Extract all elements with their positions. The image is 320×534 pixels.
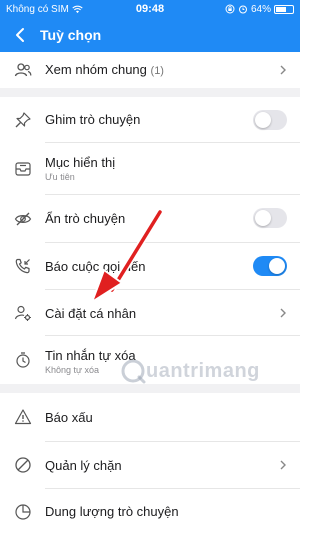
report-row[interactable]: Báo xấu — [0, 393, 300, 441]
app-header: Tuỳ chọn — [0, 18, 300, 52]
status-bar: Không có SIM 09:48 64% — [0, 0, 300, 18]
chevron-right-icon — [280, 65, 286, 75]
pin-chat-toggle[interactable] — [253, 109, 287, 130]
battery-icon — [273, 4, 294, 14]
shared-groups-row[interactable]: Xem nhóm chung (1) — [0, 52, 300, 88]
storage-label: Dung lượng trò chuyện — [45, 504, 179, 519]
shared-groups-count: (1) — [150, 65, 164, 77]
status-time: 09:48 — [135, 3, 165, 15]
pie-chart-icon — [13, 502, 33, 522]
hide-chat-toggle[interactable] — [253, 208, 287, 228]
watermark-logo-icon — [121, 359, 146, 384]
pin-icon — [13, 110, 33, 130]
call-alert-toggle[interactable] — [253, 256, 287, 276]
section-gap — [0, 88, 300, 97]
alarm-icon — [238, 5, 247, 14]
pin-chat-row[interactable]: Ghim trò chuyện — [0, 97, 300, 142]
chevron-right-icon — [280, 308, 286, 317]
page-title: Tuỳ chọn — [40, 27, 102, 43]
report-label: Báo xấu — [45, 410, 93, 425]
battery-percent: 64% — [250, 3, 271, 15]
pin-chat-label: Ghim trò chuyện — [45, 112, 141, 127]
user-settings-icon — [13, 303, 33, 323]
storage-row[interactable]: Dung lượng trò chuyện — [0, 489, 300, 534]
display-section-row[interactable]: Mục hiển thị Ưu tiên — [0, 143, 300, 194]
options-list: Xem nhóm chung (1) Ghim trò chuyện Mục h… — [0, 52, 300, 534]
call-alert-label: Báo cuộc gọi đến — [45, 259, 146, 274]
watermark-text: uantrimang — [146, 359, 260, 382]
display-section-value: Ưu tiên — [45, 172, 75, 182]
block-manager-label: Quản lý chặn — [45, 458, 122, 473]
block-icon — [13, 455, 33, 475]
warning-icon — [13, 407, 33, 427]
group-icon — [13, 60, 33, 80]
carrier-label: Không có SIM — [6, 3, 69, 15]
chevron-right-icon — [280, 460, 286, 470]
personal-settings-row[interactable]: Cài đặt cá nhân — [0, 290, 300, 335]
display-section-label: Mục hiển thị — [45, 155, 116, 170]
block-manager-row[interactable]: Quản lý chặn — [0, 442, 300, 488]
watermark: uantrimang — [120, 356, 300, 386]
wifi-icon — [72, 5, 83, 13]
personal-settings-label: Cài đặt cá nhân — [45, 306, 137, 321]
chevron-left-icon — [16, 28, 24, 42]
shared-groups-label: Xem nhóm chung (1) — [45, 62, 164, 77]
call-alert-row[interactable]: Báo cuộc gọi đến — [0, 243, 300, 289]
eye-off-icon — [13, 209, 33, 229]
hide-chat-row[interactable]: Ẩn trò chuyện — [0, 195, 300, 242]
orientation-lock-icon — [225, 4, 235, 14]
phone-incoming-icon — [13, 256, 33, 276]
back-button[interactable] — [0, 18, 40, 52]
hide-chat-label: Ẩn trò chuyện — [45, 211, 126, 226]
inbox-icon — [13, 159, 33, 179]
timer-icon — [13, 350, 33, 370]
